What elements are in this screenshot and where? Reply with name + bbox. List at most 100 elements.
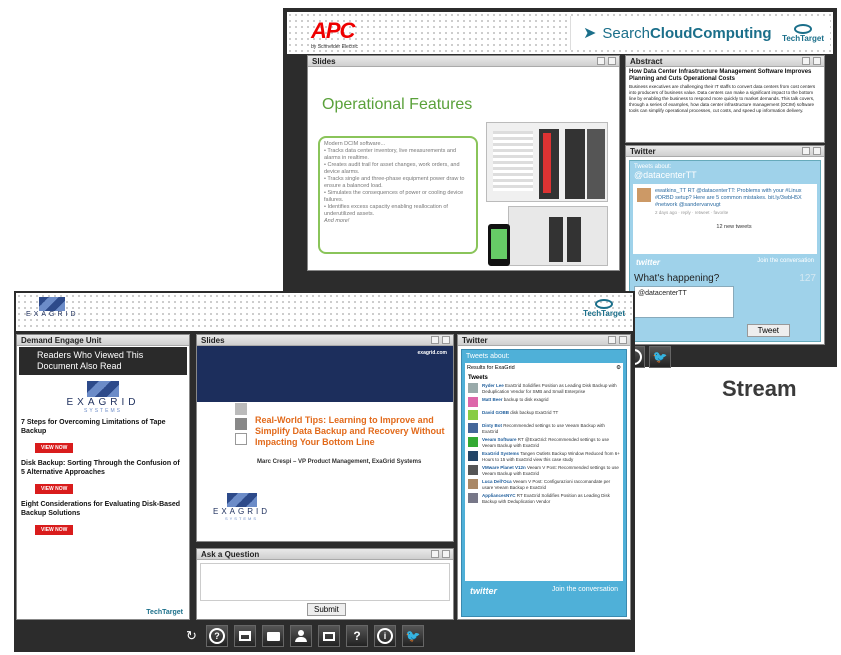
demand-engage-panel: Demand Engage Unit Readers Who Viewed Th… xyxy=(16,334,190,620)
twitter-brand: twitter xyxy=(470,586,497,596)
tweet-button[interactable]: Tweet xyxy=(746,324,790,337)
join-conversation-link[interactable]: Join the conversation xyxy=(757,258,814,267)
close-button[interactable] xyxy=(813,147,821,155)
slide-exagrid-logo: EXAGRID SYSTEMS xyxy=(213,493,270,521)
apc-logo: APC by Schneider Electric xyxy=(311,18,358,50)
avatar xyxy=(637,188,651,202)
compose-textarea[interactable]: @datacenterTT xyxy=(634,286,734,318)
back-slide-bullets-box: Modern DCIM software... • Tracks data ce… xyxy=(318,136,478,254)
stream-label: Stream xyxy=(722,376,797,401)
question-icon[interactable]: ? xyxy=(346,625,368,647)
slides-icon[interactable] xyxy=(318,625,340,647)
dcim-screenshot xyxy=(486,122,608,202)
results-for-bar: Results for ExaGrid ⚙ xyxy=(465,363,623,373)
abstract-title: How Data Center Infrastructure Managemen… xyxy=(629,69,812,82)
phone-image xyxy=(488,224,510,266)
view-now-button[interactable]: VIEW NOW xyxy=(35,484,74,494)
exagrid-mark-icon xyxy=(87,381,119,397)
back-bullet: • Identifies excess capacity enabling re… xyxy=(324,204,448,217)
join-conversation-link[interactable]: Join the conversation xyxy=(552,586,618,596)
related-doc-title[interactable]: 7 Steps for Overcoming Limitations of Ta… xyxy=(21,418,185,436)
minimize-button[interactable] xyxy=(608,336,616,344)
techtarget-logo-back: TechTarget xyxy=(782,23,824,43)
info-icon[interactable]: i xyxy=(374,625,396,647)
tweet-item: David GOBB disk backup ExaGrid TT xyxy=(468,410,620,420)
window-icon[interactable] xyxy=(234,625,256,647)
twitter-icon[interactable]: 🐦 xyxy=(649,346,671,368)
back-bullet: • Simulates the consequences of power or… xyxy=(324,190,464,203)
tweet-item: ewatkins_TT RT @datacenterTT: Problems w… xyxy=(633,184,817,254)
techtarget-eye-icon xyxy=(595,299,614,309)
minimize-button[interactable] xyxy=(802,57,810,65)
searchcloud-banner: ➤ Search CloudComputing TechTarget xyxy=(570,16,830,50)
avatar xyxy=(468,493,478,503)
back-bullet: • Creates audit trail for asset changes,… xyxy=(324,162,460,175)
close-button[interactable] xyxy=(619,336,627,344)
back-slides-panel: Slides Operational Features Modern DCIM … xyxy=(307,55,620,271)
exagrid-mark-icon xyxy=(39,297,66,311)
char-count: 127 xyxy=(799,273,816,284)
slide-top-band: exagrid.com xyxy=(197,346,453,402)
question-textarea[interactable] xyxy=(200,563,450,601)
avatar xyxy=(468,437,478,447)
view-now-button[interactable]: VIEW NOW xyxy=(35,443,74,453)
arrow-icon: ➤ xyxy=(583,25,597,42)
minimize-button[interactable] xyxy=(597,57,605,65)
front-twitter-panel: Twitter Tweets about: Results for ExaGri… xyxy=(457,334,631,620)
close-button[interactable] xyxy=(813,57,821,65)
back-twitter-panel: Twitter Tweets about: @datacenterTT ewat… xyxy=(625,145,825,345)
front-header: EXAGRID TechTarget xyxy=(16,293,633,331)
close-button[interactable] xyxy=(442,336,450,344)
avatar xyxy=(468,397,478,407)
settings-icon[interactable]: ⚙ xyxy=(616,365,621,371)
related-doc-title[interactable]: Disk Backup: Sorting Through the Confusi… xyxy=(21,459,185,477)
ask-question-panel: Ask a Question Submit xyxy=(196,548,454,620)
avatar xyxy=(468,465,478,475)
back-slides-titlebar: Slides xyxy=(308,56,619,67)
back-slide-title: Operational Features xyxy=(322,96,473,113)
minimize-button[interactable] xyxy=(431,336,439,344)
front-slide-title: Real-World Tips: Learning to Improve and… xyxy=(255,415,445,447)
techtarget-logo-front: TechTarget xyxy=(583,299,625,318)
twitter-brand: twitter xyxy=(636,258,660,267)
minimize-button[interactable] xyxy=(802,147,810,155)
back-header: APC by Schneider Electric ➤ Search CloudC… xyxy=(287,12,833,54)
doc-logo: EXAGRID SYSTEMS xyxy=(17,381,189,414)
tweet-item: Veeam Software RT @ExaGrid: Recommended … xyxy=(468,437,620,448)
slide-squares xyxy=(235,403,247,445)
user-icon[interactable] xyxy=(290,625,312,647)
avatar xyxy=(468,423,478,433)
techtarget-footer-logo: TechTarget xyxy=(146,609,183,616)
techtarget-eye-icon xyxy=(794,23,813,34)
close-button[interactable] xyxy=(608,57,616,65)
abstract-body: Business executives are challenging thei… xyxy=(629,84,816,113)
readers-header: Readers Who Viewed This Document Also Re… xyxy=(19,347,187,375)
tweet-item: Luca Dell'Oca Veeam V Post: Configurazio… xyxy=(468,479,620,490)
exagrid-mark-icon xyxy=(226,493,257,507)
minimize-button[interactable] xyxy=(431,550,439,558)
related-doc-title[interactable]: Eight Considerations for Evaluating Disk… xyxy=(21,500,185,518)
new-tweets-link[interactable]: 12 new tweets xyxy=(655,224,813,231)
front-slides-panel: Slides exagrid.com Real-World Tips: Lear… xyxy=(196,334,454,542)
close-button[interactable] xyxy=(442,550,450,558)
dcim-screenshot-2 xyxy=(508,206,608,266)
tweet-item: AppliancesNYC RT ExaGrid Solidifies Posi… xyxy=(468,493,620,504)
front-window: EXAGRID TechTarget Demand Engage Unit Re… xyxy=(14,291,635,652)
tweet-item: ExaGrid Systems Tangen Outlets Backup Wi… xyxy=(468,451,620,462)
tweet-item: VMware Planet V12n Veeam V Post: Recomme… xyxy=(468,465,620,476)
tweet-item: Ryder Lee ExaGrid Solidifies Position as… xyxy=(468,383,620,394)
bottom-toolbar: ↻ ? ? i 🐦 xyxy=(186,625,424,647)
tweet-item: Matt Beer backup to disk exagrid xyxy=(468,397,620,407)
view-now-button[interactable]: VIEW NOW xyxy=(35,525,74,535)
avatar xyxy=(468,383,478,393)
folder-icon[interactable] xyxy=(262,625,284,647)
twitter-icon[interactable]: 🐦 xyxy=(402,625,424,647)
help-icon[interactable]: ? xyxy=(206,625,228,647)
avatar xyxy=(468,479,478,489)
submit-button[interactable]: Submit xyxy=(307,603,346,616)
twitter-widget-front: Tweets about: Results for ExaGrid ⚙ Tweet… xyxy=(461,349,627,617)
exagrid-logo: EXAGRID xyxy=(26,297,79,318)
refresh-icon[interactable]: ↻ xyxy=(186,628,200,644)
abstract-panel: Abstract How Data Center Infrastructure … xyxy=(625,55,825,143)
avatar xyxy=(468,451,478,461)
